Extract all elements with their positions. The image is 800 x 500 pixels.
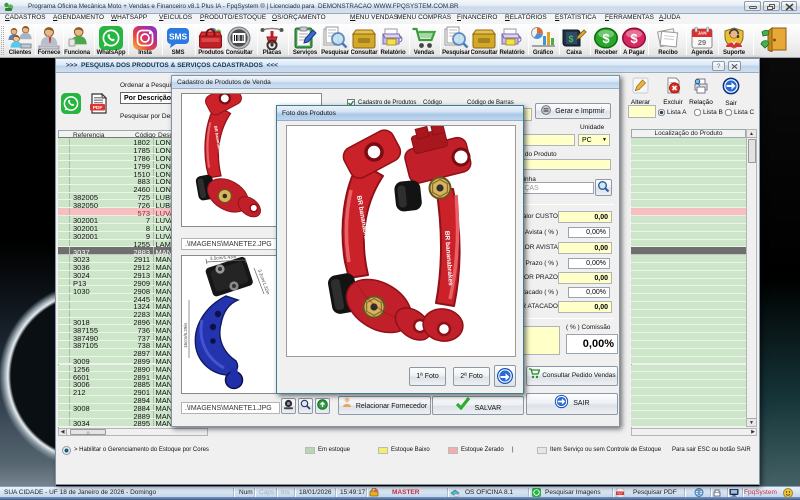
- svg-text:$: $: [569, 34, 574, 44]
- svg-text:$: $: [602, 31, 610, 46]
- svg-text:29: 29: [698, 38, 706, 47]
- svg-text:JAN: JAN: [698, 31, 707, 36]
- svg-text:16cm/6.29in: 16cm/6.29in: [183, 323, 188, 348]
- svg-text:$: $: [630, 31, 638, 46]
- svg-text:SMS: SMS: [169, 32, 188, 42]
- svg-text:PDF: PDF: [93, 105, 103, 111]
- svg-text:PDF: PDF: [617, 492, 623, 496]
